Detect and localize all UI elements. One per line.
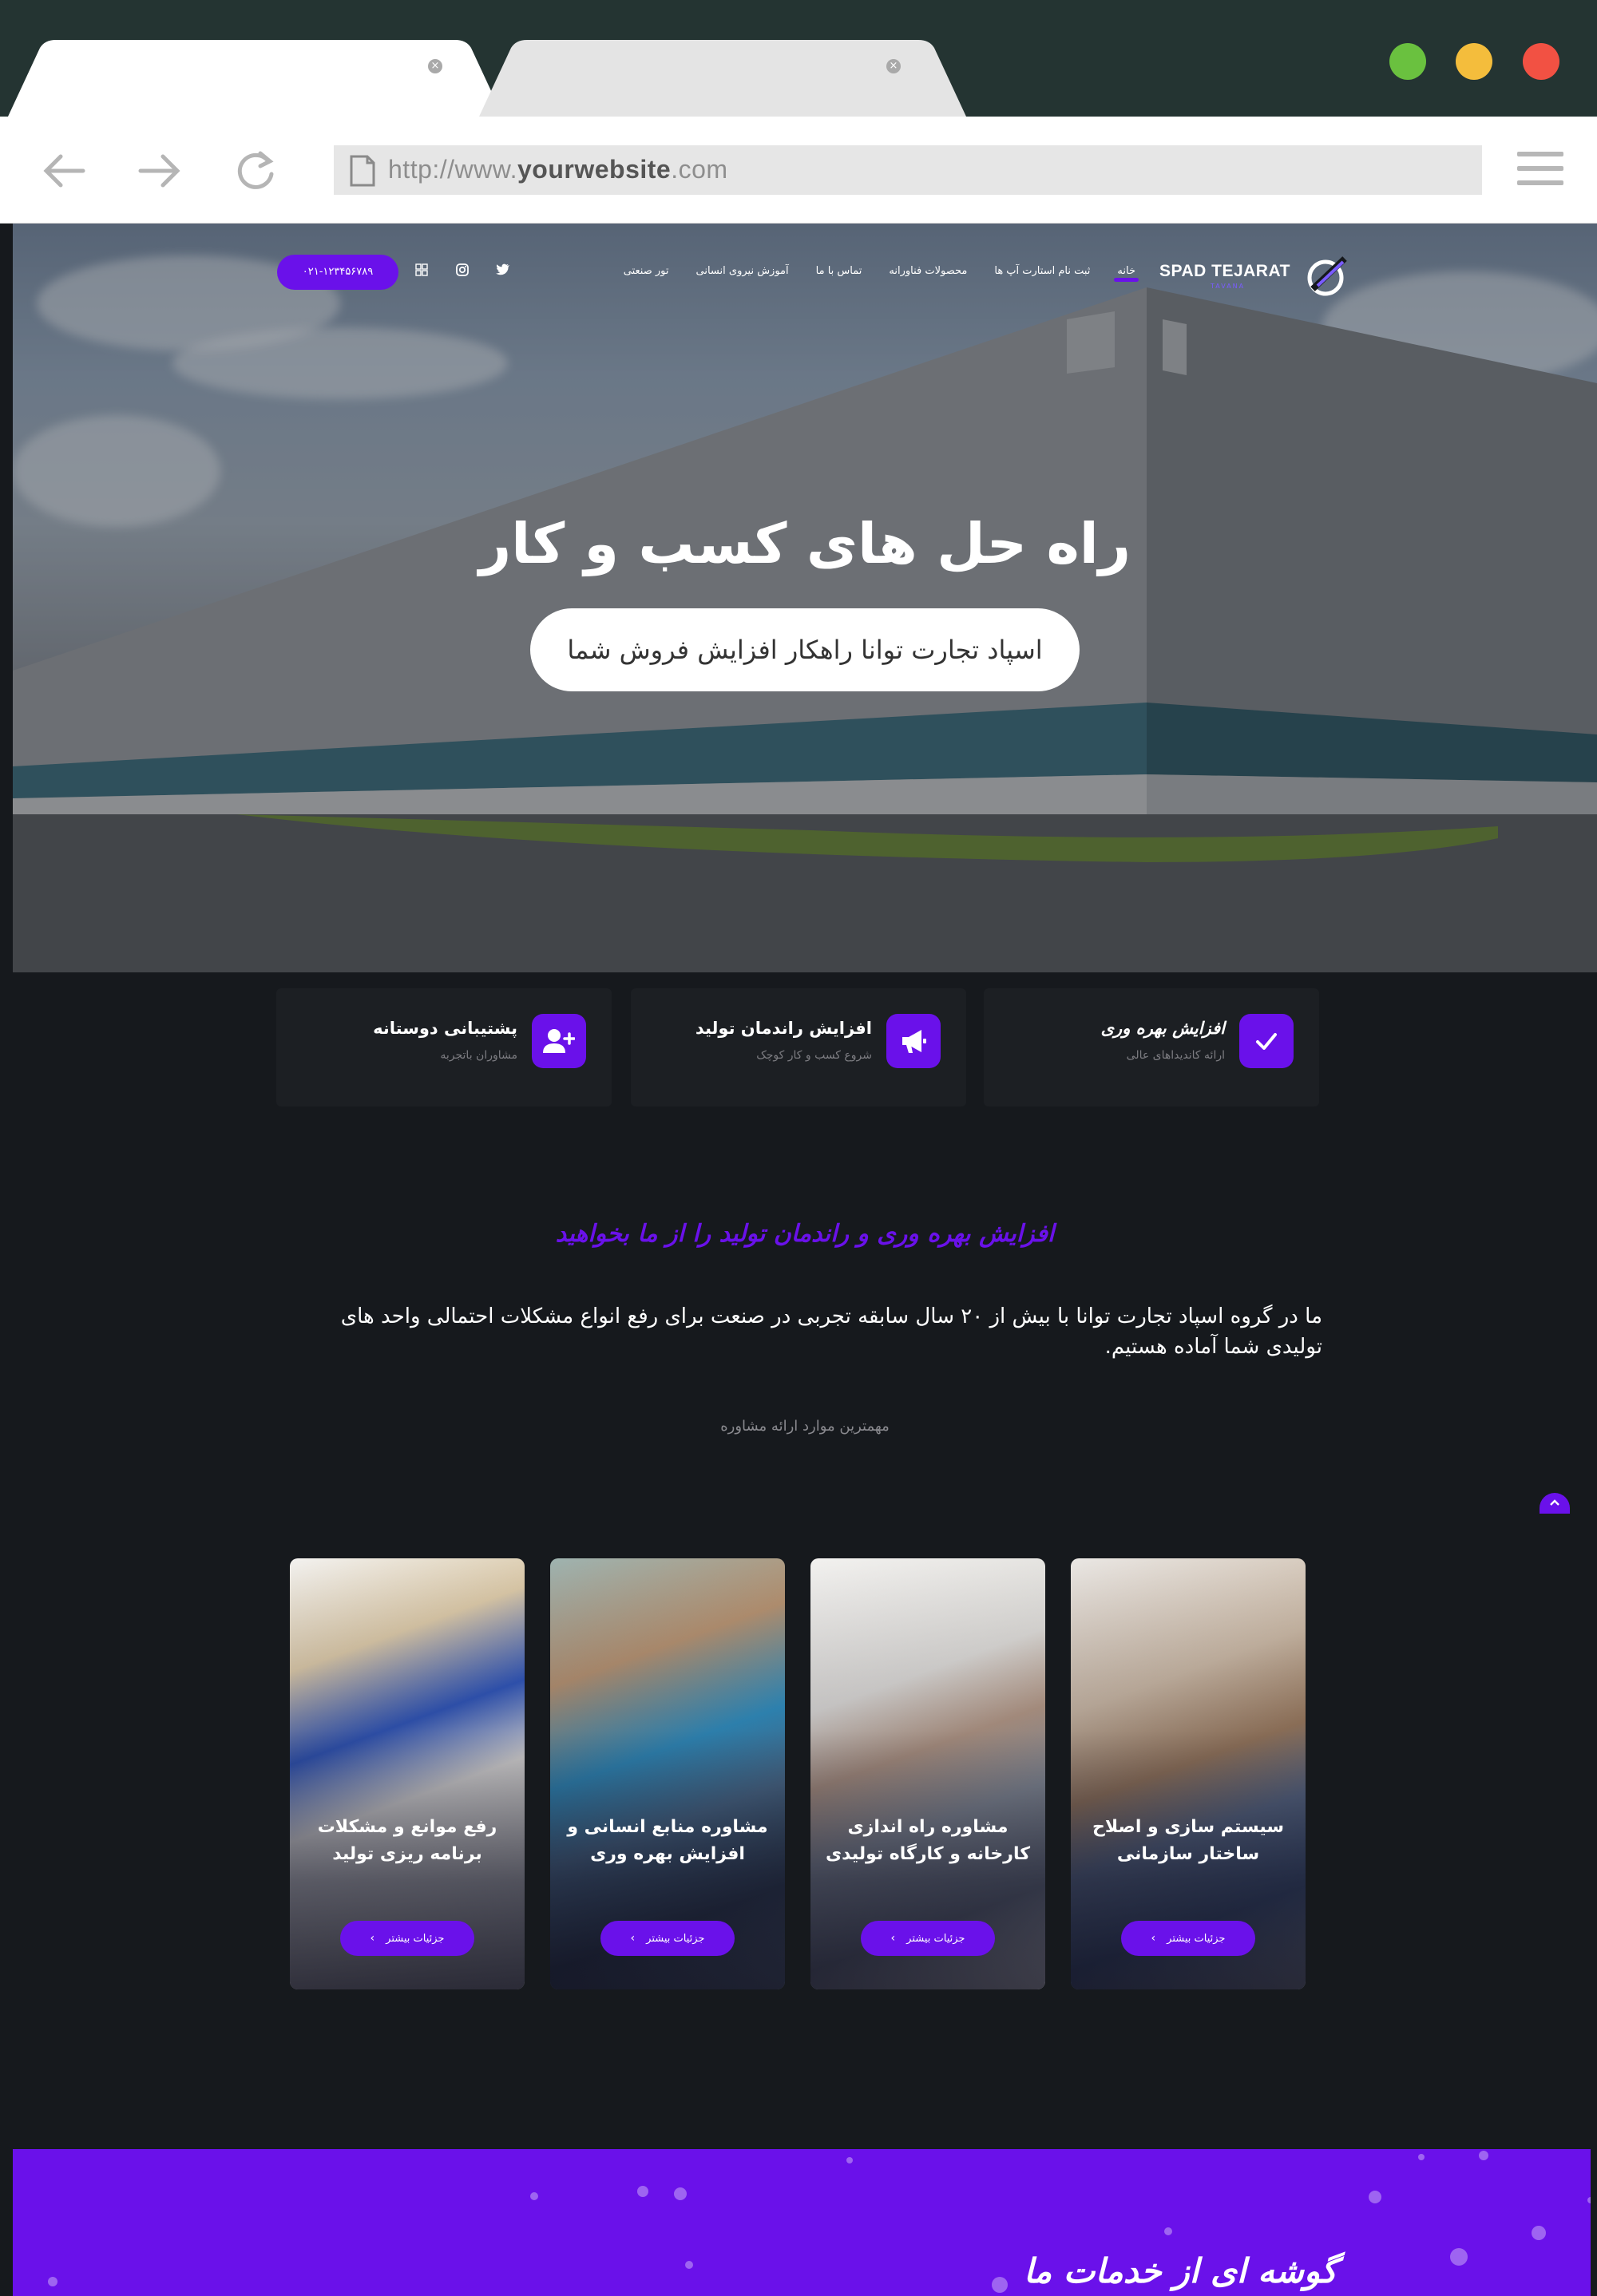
hero-subtitle-pill: اسپاد تجارت توانا راهکار افزایش فروش شما — [530, 608, 1080, 691]
close-window-button[interactable] — [1523, 43, 1559, 80]
arrow-right-icon — [138, 154, 180, 188]
scroll-to-top-button[interactable] — [1540, 1493, 1570, 1514]
hamburger-menu-icon[interactable] — [1517, 152, 1563, 188]
megaphone-icon — [886, 1014, 941, 1068]
feature-box-productivity: افزایش بهره وری ارائه کاندیداهای عالی — [984, 988, 1319, 1106]
tab-close-icon[interactable]: × — [428, 59, 442, 73]
card-details-button[interactable]: جزئیات بیشتر› — [600, 1921, 735, 1956]
twitter-icon[interactable] — [495, 263, 511, 279]
address-bar[interactable]: http://www.yourwebsite.com — [334, 145, 1482, 195]
chevron-up-icon — [1550, 1499, 1559, 1506]
maximize-window-button[interactable] — [1389, 43, 1426, 80]
forward-button[interactable] — [136, 147, 184, 195]
card-details-button[interactable]: جزئیات بیشتر› — [340, 1921, 474, 1956]
card-details-button[interactable]: جزئیات بیشتر› — [1121, 1921, 1255, 1956]
minimize-window-button[interactable] — [1456, 43, 1492, 80]
about-subheading: مهمترین موارد ارائه مشاوره — [720, 1418, 890, 1435]
services-section: گوشه ای از خدمات ما — [13, 2149, 1591, 2296]
chevron-left-icon: › — [630, 1932, 636, 1945]
windows-icon[interactable] — [414, 263, 430, 279]
nav-item-contact[interactable]: تماس با ما — [816, 265, 862, 277]
back-button[interactable] — [40, 147, 88, 195]
feature-box-support: پشتیبانی دوستانه مشاوران باتجربه — [276, 988, 612, 1106]
reload-button[interactable] — [232, 147, 279, 195]
phone-button[interactable]: ۰۲۱-۱۲۳۴۵۶۷۸۹ — [277, 255, 398, 290]
main-navigation: خانه ثبت نام استارت آپ ها محصولات فناورا… — [624, 265, 1139, 282]
chevron-left-icon: › — [890, 1932, 896, 1945]
reload-icon — [237, 151, 274, 189]
browser-toolbar: http://www.yourwebsite.com — [0, 117, 1597, 224]
logo-mark-icon — [1307, 256, 1347, 296]
card-title: سیستم سازی و اصلاح ساختار سازمانی — [1092, 1817, 1284, 1864]
card-title: رفع موانع و مشکلات برنامه ریزی تولید — [317, 1817, 497, 1864]
chevron-left-icon: › — [1151, 1932, 1156, 1945]
hero-section: SPAD TEJARAT TAVANA خانه ثبت نام استارت … — [13, 224, 1597, 972]
feature-box-efficiency: افزایش راندمان تولید شروع کسب و کار کوچک — [631, 988, 966, 1106]
nav-item-industrial-tour[interactable]: تور صنعتی — [624, 265, 669, 277]
user-plus-icon — [532, 1014, 586, 1068]
check-icon — [1239, 1014, 1294, 1068]
nav-item-products[interactable]: محصولات فناورانه — [889, 265, 967, 277]
nav-item-startup-register[interactable]: ثبت نام استارت آپ ها — [994, 265, 1090, 277]
browser-tab-inactive[interactable]: × — [479, 40, 966, 117]
service-card-factory-setup[interactable]: مشاوره راه اندازی کارخانه و کارگاه تولید… — [810, 1558, 1045, 1989]
service-card-systemization[interactable]: سیستم سازی و اصلاح ساختار سازمانی جزئیات… — [1071, 1558, 1306, 1989]
card-details-button[interactable]: جزئیات بیشتر› — [861, 1921, 995, 1956]
site-logo[interactable]: SPAD TEJARAT TAVANA — [1159, 254, 1351, 302]
browser-tab-active[interactable]: × — [8, 40, 503, 117]
nav-item-training[interactable]: آموزش نیروی انسانی — [696, 265, 789, 277]
website-page: SPAD TEJARAT TAVANA خانه ثبت نام استارت … — [13, 224, 1597, 2296]
chevron-left-icon: › — [370, 1932, 375, 1945]
arrow-left-icon — [43, 154, 85, 188]
service-card-human-resources[interactable]: مشاوره منابع انسانی و افزایش بهره وری جز… — [550, 1558, 785, 1989]
url-text[interactable]: http://www.yourwebsite.com — [388, 155, 728, 184]
instagram-icon[interactable] — [454, 263, 470, 279]
card-title: مشاوره راه اندازی کارخانه و کارگاه تولید… — [825, 1817, 1031, 1864]
hero-title: راه حل های کسب و کار — [478, 511, 1131, 576]
services-title: گوشه ای از خدمات ما — [1024, 2251, 1337, 2290]
service-card-production-planning[interactable]: رفع موانع و مشکلات برنامه ریزی تولید جزئ… — [290, 1558, 525, 1989]
card-title: مشاوره منابع انسانی و افزایش بهره وری — [567, 1817, 768, 1864]
nav-item-home[interactable]: خانه — [1114, 265, 1139, 282]
page-icon — [350, 155, 375, 187]
tab-close-icon[interactable]: × — [886, 59, 901, 73]
browser-titlebar: × × — [0, 0, 1597, 117]
about-text: ما در گروه اسپاد تجارت توانا با بیش از ۲… — [340, 1304, 1322, 1359]
about-heading: افزایش بهره وری و راندمان تولید را از ما… — [555, 1220, 1055, 1248]
